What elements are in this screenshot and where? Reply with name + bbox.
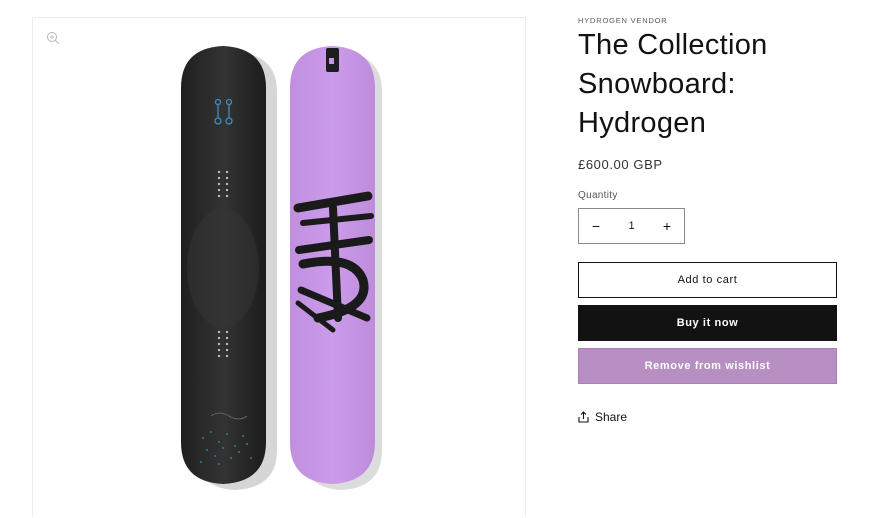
black-snowboard [181, 46, 266, 484]
add-to-cart-button[interactable]: Add to cart [578, 262, 837, 298]
product-title: The Collection Snowboard: Hydrogen [578, 29, 768, 139]
quantity-decrease-button[interactable]: − [579, 209, 613, 243]
product-media-gallery[interactable] [32, 17, 526, 517]
quantity-increase-button[interactable]: + [650, 209, 684, 243]
purple-snowboard [290, 46, 375, 484]
product-image [181, 46, 382, 490]
share-button[interactable]: Share [578, 410, 627, 424]
quantity-input[interactable]: 1 [628, 220, 634, 232]
vendor-label: HYDROGEN VENDOR [578, 16, 668, 25]
quantity-stepper: − 1 + [578, 208, 685, 244]
share-icon [578, 411, 589, 423]
product-price: £600.00 GBP [578, 157, 663, 172]
remove-from-wishlist-button[interactable]: Remove from wishlist [578, 348, 837, 384]
share-label: Share [595, 410, 628, 424]
buy-now-button[interactable]: Buy it now [578, 305, 837, 341]
quantity-label: Quantity [578, 190, 618, 201]
